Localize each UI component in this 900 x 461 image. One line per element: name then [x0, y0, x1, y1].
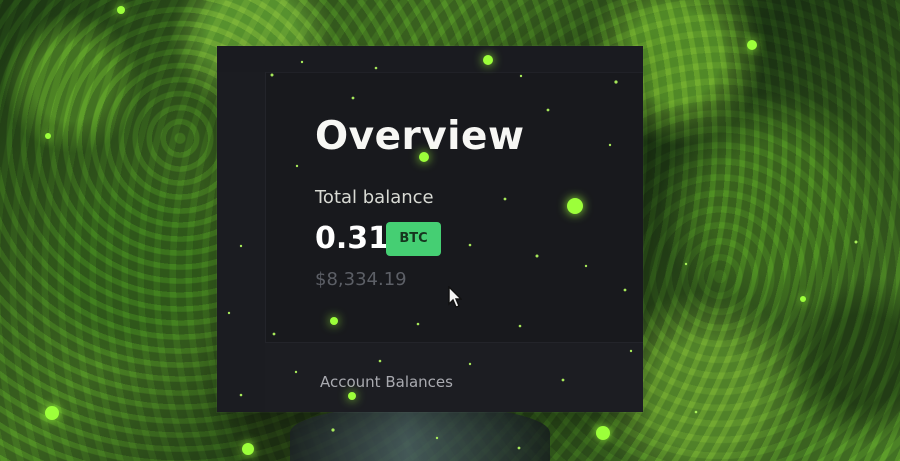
forest-background: Overview Total balance 0.31 BTC $8,334.1… — [0, 0, 900, 461]
account-balances-link[interactable]: Account Balances — [320, 372, 453, 392]
mouse-pointer-icon — [448, 286, 462, 308]
currency-badge[interactable]: BTC — [386, 222, 441, 256]
total-balance-label: Total balance — [315, 187, 434, 208]
balance-amount: 0.31 — [315, 221, 390, 256]
panel-top-strip — [217, 46, 643, 73]
panel-left-rail — [217, 72, 266, 412]
overview-panel: Overview Total balance 0.31 BTC $8,334.1… — [217, 46, 643, 412]
river-image-area — [290, 405, 550, 461]
overview-title: Overview — [315, 114, 525, 159]
fiat-value: $8,334.19 — [315, 269, 407, 290]
